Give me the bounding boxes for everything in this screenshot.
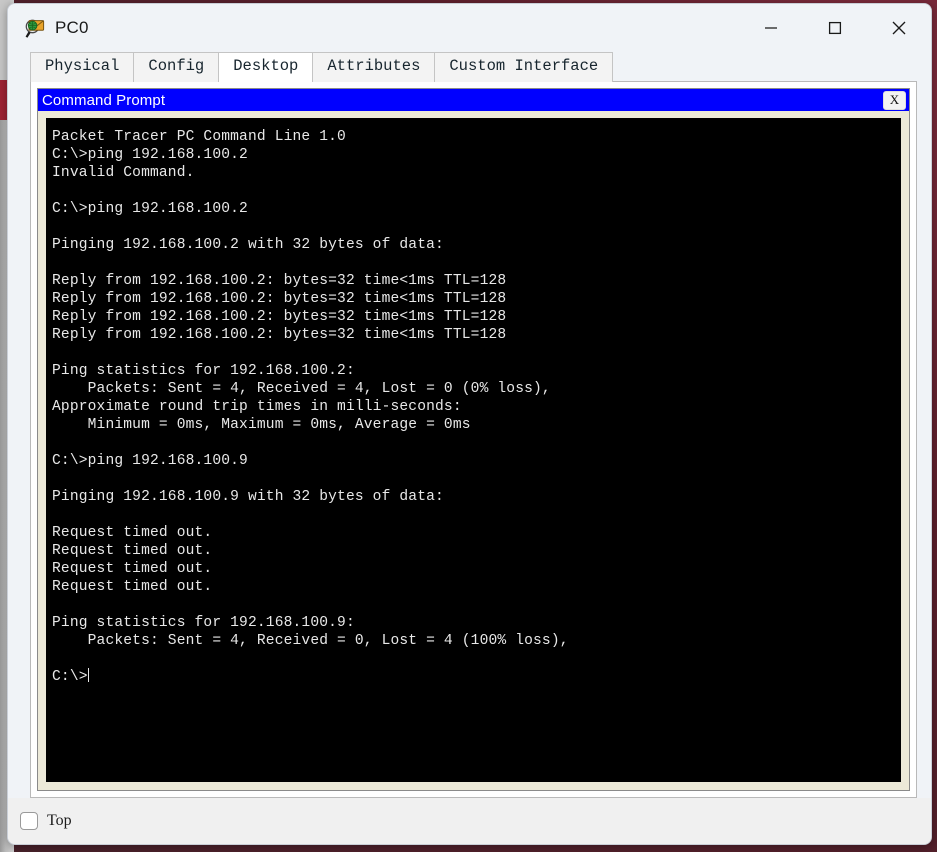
terminal-screen[interactable]: Packet Tracer PC Command Line 1.0 C:\>pi… <box>46 118 901 782</box>
tab-custom-interface-label: Custom Interface <box>449 56 599 75</box>
tab-custom-interface[interactable]: Custom Interface <box>434 51 614 82</box>
tab-physical-label: Physical <box>45 56 120 75</box>
terminal-container: Packet Tracer PC Command Line 1.0 C:\>pi… <box>38 111 909 790</box>
tab-config[interactable]: Config <box>133 51 220 82</box>
tab-attributes-label: Attributes <box>327 56 421 75</box>
packet-tracer-pc-icon <box>24 17 46 39</box>
device-tab-strip: Physical Config Desktop Attributes Custo… <box>8 51 931 82</box>
tab-desktop-label: Desktop <box>233 56 299 75</box>
maximize-button[interactable] <box>803 4 867 52</box>
tab-desktop[interactable]: Desktop <box>218 51 314 82</box>
top-checkbox-label: Top <box>47 812 72 829</box>
terminal-output: Packet Tracer PC Command Line 1.0 C:\>pi… <box>52 129 569 685</box>
command-prompt-title: Command Prompt <box>42 91 166 109</box>
minimize-button[interactable] <box>739 4 803 52</box>
window-title: PC0 <box>55 18 89 37</box>
tab-config-label: Config <box>148 56 205 75</box>
pc0-device-window: PC0 Physical Config Desktop Attributes C… <box>7 3 932 845</box>
top-checkbox-row[interactable]: Top <box>20 812 72 830</box>
command-prompt-window: Command Prompt X Packet Tracer PC Comman… <box>37 88 910 791</box>
desktop-tab-panel: Command Prompt X Packet Tracer PC Comman… <box>30 82 917 798</box>
command-prompt-title-bar: Command Prompt X <box>38 89 909 111</box>
top-checkbox[interactable] <box>20 812 38 830</box>
terminal-cursor <box>87 668 89 682</box>
close-button[interactable] <box>867 4 931 52</box>
tab-physical[interactable]: Physical <box>30 51 135 82</box>
window-controls <box>739 4 931 52</box>
window-title-bar: PC0 <box>8 4 931 52</box>
window-footer: Top <box>8 798 931 844</box>
tab-attributes[interactable]: Attributes <box>312 51 436 82</box>
command-prompt-close-button[interactable]: X <box>883 90 906 110</box>
